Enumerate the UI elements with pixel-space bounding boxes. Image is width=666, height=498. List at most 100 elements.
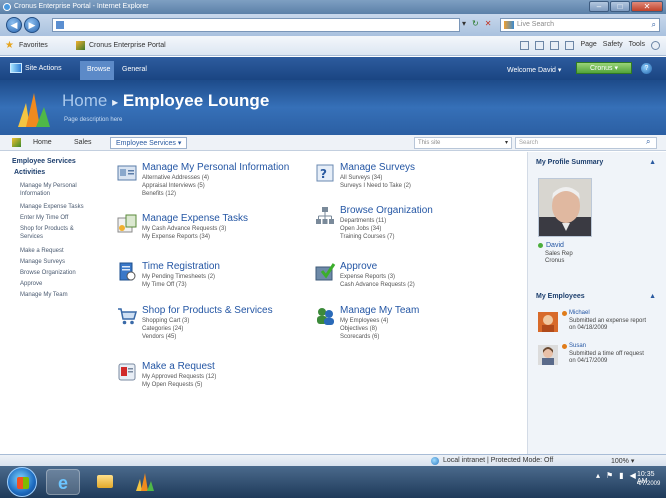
avatar[interactable]	[538, 312, 558, 332]
tile-approve[interactable]: Approve Expense Reports (3) Cash Advance…	[314, 261, 504, 291]
employee-name[interactable]: Susan	[569, 343, 586, 349]
collapse-icon[interactable]: ▲	[649, 159, 656, 166]
tile-title[interactable]: Shop for Products & Services	[142, 305, 273, 316]
leftnav-item-shop[interactable]: Shop for Products & Services	[20, 225, 92, 241]
tile-link[interactable]: My Approved Requests (12)	[142, 374, 216, 380]
tile-surveys[interactable]: ? Manage Surveys All Surveys (34) Survey…	[314, 162, 504, 202]
taskbar-internet-explorer[interactable]: e	[46, 469, 80, 495]
security-zone[interactable]: Local intranet | Protected Mode: Off	[443, 457, 553, 464]
tile-link[interactable]: My Cash Advance Requests (3)	[142, 226, 226, 232]
tile-link[interactable]: Appraisal Interviews (5)	[142, 183, 205, 189]
maximize-button[interactable]: □	[610, 1, 630, 12]
leftnav-item-browse-org[interactable]: Browse Organization	[20, 269, 92, 277]
up-arrow-icon[interactable]	[12, 138, 21, 147]
tile-link[interactable]: My Pending Timesheets (2)	[142, 274, 215, 280]
tile-shop[interactable]: Shop for Products & Services Shopping Ca…	[116, 305, 306, 345]
welcome-menu[interactable]: Welcome David ▾	[507, 66, 561, 74]
show-hidden-icons-icon[interactable]: ▴	[596, 471, 600, 480]
tile-link[interactable]: Training Courses (7)	[340, 234, 394, 240]
start-button[interactable]	[7, 467, 37, 497]
flag-icon[interactable]: ⚑	[606, 471, 613, 480]
site-switch-button[interactable]: Cronus ▾	[576, 62, 632, 74]
search-icon[interactable]: ⌕	[652, 20, 656, 30]
tile-title[interactable]: Manage Surveys	[340, 162, 415, 173]
tile-link[interactable]: Expense Reports (3)	[340, 274, 395, 280]
topnav-home[interactable]: Home	[33, 139, 52, 146]
tile-title[interactable]: Make a Request	[142, 361, 215, 372]
tile-title[interactable]: Manage My Personal Information	[142, 162, 289, 173]
tile-link[interactable]: Open Jobs (34)	[340, 226, 381, 232]
tile-link[interactable]: My Expense Reports (34)	[142, 234, 210, 240]
tools-menu[interactable]: Tools	[629, 41, 645, 50]
tile-link[interactable]: All Surveys (34)	[340, 175, 382, 181]
tile-personal-info[interactable]: Manage My Personal Information Alternati…	[116, 162, 306, 202]
tile-link[interactable]: My Employees (4)	[340, 318, 388, 324]
feeds-icon[interactable]	[535, 41, 545, 50]
search-scope-select[interactable]: This site ▾	[414, 137, 512, 149]
favorites-star-icon[interactable]: ★	[5, 40, 14, 51]
clock-date[interactable]: 4/7/2009	[637, 481, 660, 487]
network-icon[interactable]: ▮	[619, 471, 623, 480]
tile-browse-org[interactable]: Browse Organization Departments (11) Ope…	[314, 205, 504, 245]
site-search-input[interactable]: Search	[515, 137, 657, 149]
tile-link[interactable]: Alternative Addresses (4)	[142, 175, 209, 181]
leftnav-item-personal-info[interactable]: Manage My Personal Information	[20, 182, 92, 198]
leftnav-heading[interactable]: Employee Services	[12, 158, 76, 165]
topnav-employee-services[interactable]: Employee Services ▾	[110, 137, 188, 149]
leftnav-item-surveys[interactable]: Manage Surveys	[20, 258, 92, 266]
print-icon[interactable]	[565, 41, 575, 50]
profile-name[interactable]: David	[546, 242, 564, 249]
taskbar-file-explorer[interactable]	[88, 469, 122, 495]
tile-team[interactable]: Manage My Team My Employees (4) Objectiv…	[314, 305, 504, 345]
help-icon[interactable]: ?	[641, 63, 652, 74]
tile-request[interactable]: Make a Request My Approved Requests (12)…	[116, 361, 306, 393]
tile-link[interactable]: Shopping Cart (3)	[142, 318, 189, 324]
live-search-input[interactable]: Live Search ⌕	[500, 18, 660, 32]
tab-general[interactable]: General	[122, 66, 147, 73]
tile-link[interactable]: Benefits (12)	[142, 191, 176, 197]
tile-link[interactable]: Cash Advance Requests (2)	[340, 282, 415, 288]
tile-expense-tasks[interactable]: Manage Expense Tasks My Cash Advance Req…	[116, 213, 306, 247]
search-icon[interactable]: ⌕	[646, 137, 650, 147]
refresh-icon[interactable]: ↻	[472, 19, 479, 28]
leftnav-subheading[interactable]: Activities	[14, 169, 45, 176]
address-input[interactable]	[52, 18, 460, 32]
home-icon[interactable]	[520, 41, 530, 50]
leftnav-item-expense-tasks[interactable]: Manage Expense Tasks	[20, 203, 92, 211]
favorites-button[interactable]: Favorites	[19, 42, 48, 49]
tile-title[interactable]: Approve	[340, 261, 377, 272]
breadcrumb-home[interactable]: Home	[62, 91, 107, 110]
employee-name[interactable]: Michael	[569, 310, 590, 316]
zoom-level[interactable]: 100% ▾	[611, 457, 634, 465]
forward-button[interactable]: ▶	[24, 17, 40, 33]
tile-link[interactable]: Categories (24)	[142, 326, 183, 332]
collapse-icon[interactable]: ▲	[649, 293, 656, 300]
tile-title[interactable]: Browse Organization	[340, 205, 433, 216]
leftnav-item-team[interactable]: Manage My Team	[20, 291, 92, 299]
taskbar-dynamics-nav[interactable]	[128, 469, 162, 495]
tile-link[interactable]: Scorecards (6)	[340, 334, 379, 340]
tile-title[interactable]: Manage Expense Tasks	[142, 213, 248, 224]
browser-tab[interactable]: Cronus Enterprise Portal	[89, 42, 166, 49]
tile-link[interactable]: Surveys I Need to Take (2)	[340, 183, 411, 189]
volume-icon[interactable]: ◀	[630, 471, 636, 480]
leftnav-item-approve[interactable]: Approve	[20, 280, 92, 288]
safety-menu[interactable]: Safety	[603, 41, 623, 50]
help-menu-icon[interactable]	[651, 41, 660, 50]
tile-time-registration[interactable]: Time Registration My Pending Timesheets …	[116, 261, 306, 291]
back-button[interactable]: ◀	[6, 17, 22, 33]
site-actions-menu[interactable]: Site Actions	[10, 63, 62, 73]
tab-browse[interactable]: Browse	[80, 61, 114, 80]
tile-title[interactable]: Time Registration	[142, 261, 220, 272]
leftnav-item-request[interactable]: Make a Request	[20, 247, 92, 255]
avatar[interactable]	[538, 178, 592, 237]
page-menu[interactable]: Page	[580, 41, 596, 50]
leftnav-item-time-off[interactable]: Enter My Time Off	[20, 214, 92, 222]
tile-title[interactable]: Manage My Team	[340, 305, 419, 316]
tile-link[interactable]: Vendors (45)	[142, 334, 176, 340]
stop-icon[interactable]: ✕	[485, 19, 492, 28]
tile-link[interactable]: Objectives (8)	[340, 326, 377, 332]
minimize-button[interactable]: –	[589, 1, 609, 12]
topnav-sales[interactable]: Sales	[74, 139, 92, 146]
avatar[interactable]	[538, 345, 558, 365]
